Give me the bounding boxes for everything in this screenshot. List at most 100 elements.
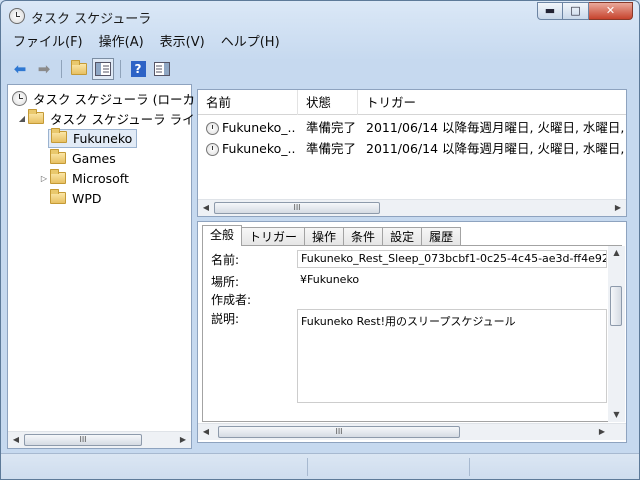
column-header-trigger[interactable]: トリガー	[358, 90, 626, 115]
show-hide-tree-button[interactable]	[92, 57, 114, 80]
name-label: 名前:	[211, 253, 240, 267]
task-trigger: 2011/06/14 以降毎週月曜日, 火曜日, 水曜日, 木	[366, 120, 626, 135]
title-bar: タスク スケジューラ ▬ □ ✕	[1, 1, 639, 31]
close-button[interactable]: ✕	[589, 2, 633, 20]
general-tab-body: 名前: Fukuneko_Rest_Sleep_073bcbf1-0c25-4c…	[202, 245, 622, 422]
menu-file[interactable]: ファイル(F)	[5, 32, 91, 54]
tab-general[interactable]: 全般	[202, 225, 243, 246]
task-trigger: 2011/06/14 以降毎週月曜日, 火曜日, 水曜日, 木	[366, 141, 626, 156]
name-field[interactable]: Fukuneko_Rest_Sleep_073bcbf1-0c25-4c45-a…	[297, 250, 607, 268]
expand-icon[interactable]: ▷	[38, 174, 50, 183]
task-clock-icon	[206, 143, 219, 156]
task-name: Fukuneko_...	[222, 120, 296, 135]
tree-item-wpd[interactable]: WPD	[38, 188, 102, 208]
collapse-icon[interactable]: ◢	[16, 114, 28, 123]
forward-button[interactable]: ➡	[33, 58, 55, 80]
folder-icon	[50, 189, 66, 204]
tree-item-label: Games	[72, 150, 116, 166]
status-divider	[307, 458, 308, 476]
scroll-right-icon[interactable]: ▶	[175, 432, 191, 448]
tab-conditions[interactable]: 条件	[343, 227, 384, 246]
status-divider	[469, 458, 470, 476]
scroll-left-icon[interactable]: ◀	[8, 432, 24, 448]
tree-horizontal-scrollbar[interactable]: ◀ III ▶	[8, 431, 191, 448]
up-folder-button[interactable]	[68, 58, 90, 80]
task-status: 準備完了	[306, 141, 357, 156]
minimize-button[interactable]: ▬	[537, 2, 563, 20]
scroll-right-icon[interactable]: ▶	[594, 424, 610, 440]
tree-item-fukuneko[interactable]: Fukuneko	[38, 127, 138, 148]
task-detail-pane: 全般 トリガー 操作 条件 設定 履歴 名前: Fukuneko_Rest_Sl…	[197, 221, 627, 443]
tab-history[interactable]: 履歴	[421, 227, 462, 246]
scroll-up-icon[interactable]: ▲	[608, 246, 625, 260]
forward-arrow-icon: ➡	[37, 59, 51, 78]
toolbar-separator	[120, 59, 121, 78]
column-header-status[interactable]: 状態	[298, 90, 358, 115]
tree-root-label: タスク スケジューラ (ローカ	[33, 91, 195, 107]
scroll-left-icon[interactable]: ◀	[198, 200, 214, 216]
menu-action[interactable]: 操作(A)	[91, 32, 152, 54]
task-scheduler-clock-icon	[9, 8, 25, 24]
detail-tabs: 全般 トリガー 操作 条件 設定 履歴	[202, 225, 462, 246]
location-label: 場所:	[211, 275, 240, 289]
description-label: 説明:	[211, 312, 240, 326]
action-pane-icon	[154, 61, 170, 76]
detail-vertical-scrollbar[interactable]: ▲ ▼	[608, 246, 625, 422]
scroll-down-icon[interactable]: ▼	[608, 408, 625, 422]
toolbar-separator	[61, 59, 62, 78]
task-row[interactable]: Fukuneko_... 準備完了 2011/06/14 以降毎週月曜日, 火曜…	[198, 138, 626, 160]
location-value: ¥Fukuneko	[300, 273, 360, 286]
task-list-horizontal-scrollbar[interactable]: ◀ III ▶	[198, 199, 626, 216]
column-header-name[interactable]: 名前	[198, 90, 298, 115]
selected-item-highlight: Fukuneko	[48, 127, 138, 148]
tree-item-microsoft[interactable]: ▷ Microsoft	[38, 168, 129, 188]
scroll-left-icon[interactable]: ◀	[198, 424, 214, 440]
task-name: Fukuneko_...	[222, 141, 296, 156]
menu-view[interactable]: 表示(V)	[152, 32, 213, 54]
author-label: 作成者:	[211, 293, 252, 307]
action-pane-button[interactable]	[151, 58, 173, 80]
tree-item-root[interactable]: タスク スケジューラ (ローカ	[12, 88, 195, 108]
caption-buttons: ▬ □ ✕	[537, 2, 633, 20]
tree-item-games[interactable]: Games	[38, 148, 116, 168]
task-list-header: 名前 状態 トリガー	[198, 90, 626, 115]
tree-item-label: Microsoft	[72, 170, 129, 186]
task-status: 準備完了	[306, 120, 357, 135]
up-folder-icon	[71, 59, 87, 75]
app-window: タスク スケジューラ ▬ □ ✕ ファイル(F) 操作(A) 表示(V) ヘルプ…	[0, 0, 640, 480]
tree-pane: タスク スケジューラ (ローカ ◢ タスク スケジューラ ライ Fukuneko…	[7, 84, 195, 449]
tree-library-label: タスク スケジューラ ライ	[50, 111, 195, 127]
tree-item-library[interactable]: ◢ タスク スケジューラ ライ	[16, 108, 195, 128]
tab-settings[interactable]: 設定	[382, 227, 423, 246]
back-button[interactable]: ⬅	[9, 58, 31, 80]
folder-clock-icon	[28, 109, 44, 124]
toolbar: ⬅ ➡ ?	[5, 56, 635, 81]
task-list: 名前 状態 トリガー Fukuneko_... 準備完了 2011/06/14 …	[197, 89, 627, 217]
tree-item-label: WPD	[72, 190, 102, 206]
detail-horizontal-scrollbar[interactable]: ◀ III ▶	[198, 423, 626, 440]
scroll-thumb[interactable]: III	[24, 434, 142, 446]
window-title: タスク スケジューラ	[31, 12, 152, 27]
description-field[interactable]: Fukuneko Rest!用のスリープスケジュール	[297, 309, 607, 403]
maximize-button[interactable]: □	[563, 2, 589, 20]
scroll-thumb[interactable]: III	[214, 202, 380, 214]
menu-help[interactable]: ヘルプ(H)	[213, 32, 288, 54]
folder-icon	[51, 127, 67, 143]
scroll-thumb-vertical[interactable]	[610, 286, 622, 326]
help-icon: ?	[130, 60, 146, 77]
status-bar	[1, 453, 639, 479]
tree-item-label: Fukuneko	[73, 130, 133, 146]
menu-bar: ファイル(F) 操作(A) 表示(V) ヘルプ(H)	[5, 32, 635, 54]
clock-icon	[12, 90, 27, 106]
task-row[interactable]: Fukuneko_... 準備完了 2011/06/14 以降毎週月曜日, 火曜…	[198, 117, 626, 139]
tab-actions[interactable]: 操作	[304, 227, 345, 246]
folder-icon	[50, 169, 66, 184]
back-arrow-icon: ⬅	[13, 59, 27, 78]
scroll-thumb[interactable]: III	[218, 426, 460, 438]
show-hide-tree-icon	[95, 61, 111, 76]
folder-icon	[50, 149, 66, 164]
help-button[interactable]: ?	[127, 58, 149, 80]
tab-triggers[interactable]: トリガー	[241, 227, 306, 246]
task-clock-icon	[206, 122, 219, 135]
scroll-right-icon[interactable]: ▶	[610, 200, 626, 216]
